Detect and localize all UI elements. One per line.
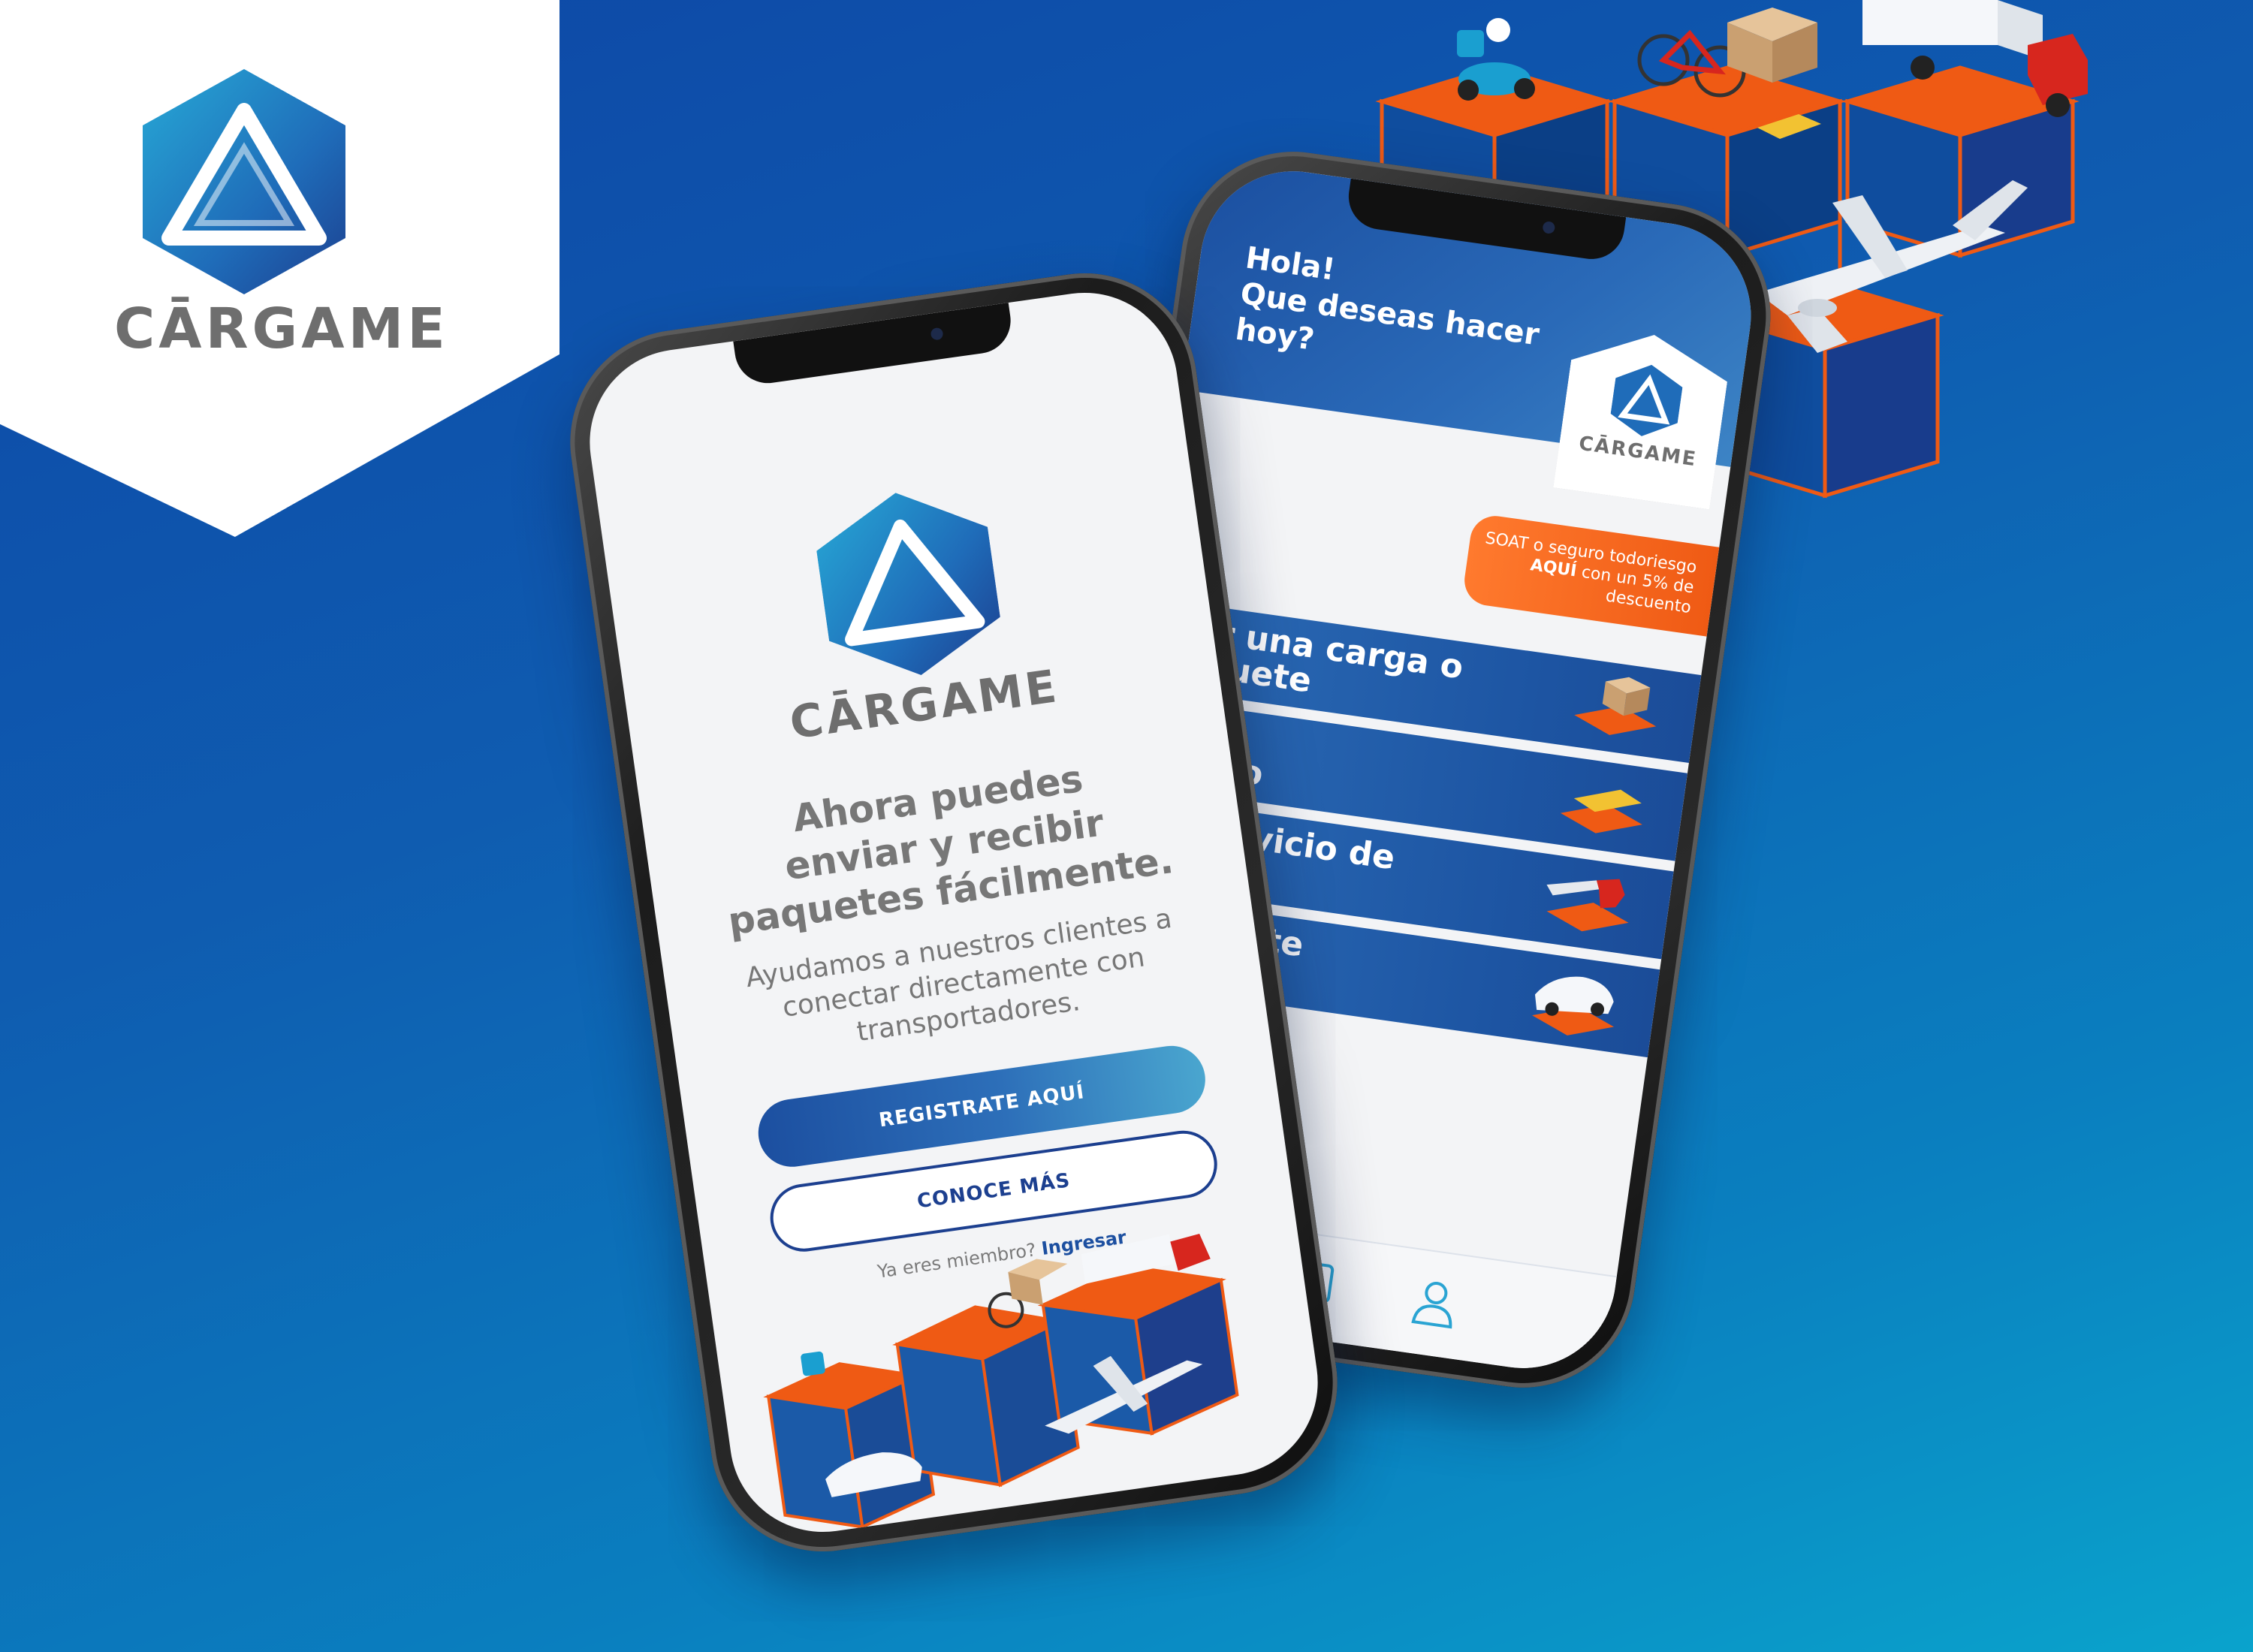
brand-panel: CĀRGAME [0,0,559,537]
brand-wordmark: CĀRGAME [1577,432,1699,472]
brand-logo-icon [143,69,345,294]
boxes-icon [1574,677,1657,735]
brand-logo-icon [1608,360,1684,442]
car-icon [1532,976,1615,1036]
phone-notch [733,302,1015,387]
greeting: Hola! Que deseas hacer hoy? [1233,240,1546,389]
user-icon[interactable] [1407,1275,1463,1331]
brand-wordmark: CĀRGAME [114,297,449,361]
tow-truck-icon [1546,879,1629,932]
camera-icon [1542,221,1556,235]
delivery-cubes-illustration [763,1234,1239,1530]
promo-banner[interactable]: SOAT o seguro todoriesgo AQUÍ con un 5% … [1461,512,1720,637]
camera-icon [930,327,944,341]
scooter-icon [1457,18,1535,101]
document-envelope-icon [1560,789,1642,834]
brand-logo-icon [816,493,1000,675]
